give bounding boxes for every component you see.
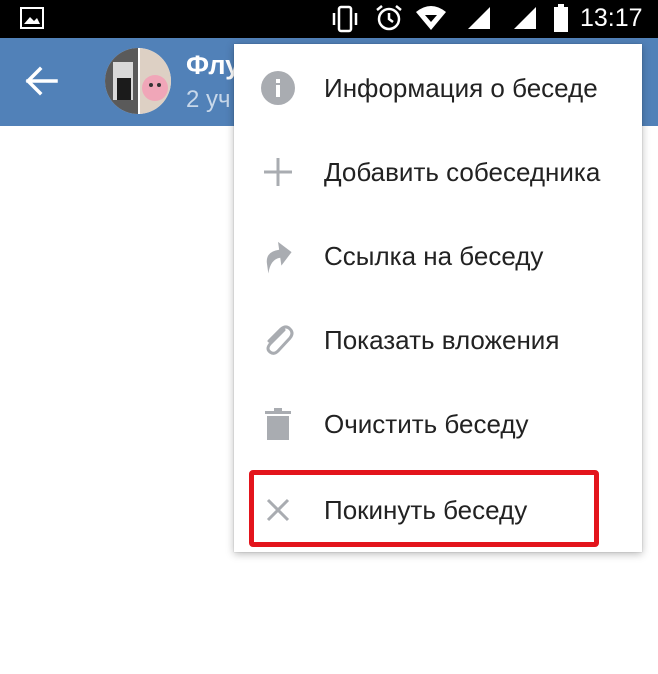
status-bar: 13:17 bbox=[0, 0, 658, 38]
back-arrow-icon[interactable] bbox=[24, 66, 58, 101]
signal-icon bbox=[512, 5, 538, 36]
status-time: 13:17 bbox=[580, 4, 643, 32]
avatar[interactable] bbox=[105, 48, 171, 114]
chat-subtitle: 2 уч bbox=[186, 86, 231, 113]
battery-icon bbox=[553, 3, 569, 38]
trash-icon bbox=[260, 406, 296, 442]
menu-item-leave-chat[interactable]: Покинуть беседу bbox=[234, 468, 642, 552]
overflow-menu: Информация о беседе Добавить собеседника… bbox=[234, 44, 642, 552]
menu-item-label: Покинуть беседу bbox=[324, 495, 528, 525]
info-icon bbox=[260, 70, 296, 106]
share-icon bbox=[260, 238, 296, 274]
gallery-icon bbox=[20, 7, 44, 34]
plus-icon bbox=[260, 154, 296, 190]
menu-item-clear-chat[interactable]: Очистить беседу bbox=[234, 382, 642, 466]
alarm-icon bbox=[374, 3, 404, 38]
signal-icon bbox=[466, 5, 492, 36]
menu-item-add-member[interactable]: Добавить собеседника bbox=[234, 130, 642, 214]
close-icon bbox=[260, 492, 296, 528]
paperclip-icon bbox=[260, 322, 296, 358]
wifi-icon bbox=[414, 4, 448, 37]
menu-item-label: Показать вложения bbox=[324, 325, 560, 355]
menu-item-chat-info[interactable]: Информация о беседе bbox=[234, 46, 642, 130]
menu-item-label: Очистить беседу bbox=[324, 409, 529, 439]
menu-item-label: Добавить собеседника bbox=[324, 157, 601, 187]
vibrate-icon bbox=[330, 4, 360, 39]
menu-item-chat-link[interactable]: Ссылка на беседу bbox=[234, 214, 642, 298]
menu-item-label: Информация о беседе bbox=[324, 73, 598, 103]
menu-item-label: Ссылка на беседу bbox=[324, 241, 544, 271]
chat-title: Флу bbox=[186, 50, 241, 80]
menu-item-show-attachments[interactable]: Показать вложения bbox=[234, 298, 642, 382]
